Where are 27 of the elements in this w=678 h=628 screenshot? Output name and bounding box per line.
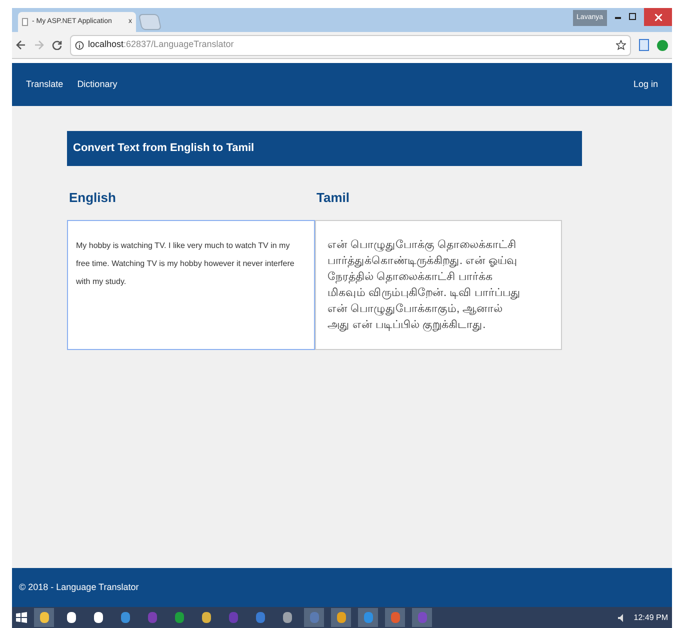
page-icon: [22, 18, 28, 26]
field-label: English: [69, 189, 117, 207]
url-text: localhost:62837/LanguageTranslator: [88, 38, 234, 52]
nav-link[interactable]: Dictionary: [77, 78, 118, 92]
new-tab-button[interactable]: [138, 14, 162, 30]
clock[interactable]: 12:49 PM: [634, 612, 668, 624]
field-label: Tamil: [316, 189, 350, 207]
forward-icon[interactable]: [34, 40, 44, 50]
login-link[interactable]: Log in: [633, 78, 658, 92]
extension-icon[interactable]: [639, 39, 649, 51]
close-window-button[interactable]: [644, 8, 672, 26]
text-area[interactable]: My hobby is watching TV. I like very much to watch TV in my free time. Watching TV is my hobby however it never interfere with my study.: [67, 220, 314, 350]
address-bar[interactable]: localhost:62837/LanguageTranslator: [70, 34, 631, 56]
reload-icon[interactable]: [52, 40, 62, 50]
text-area-value: என் பொழுதுபோக்கு தொலைக்காட்சி பார்த்துக்கொண்டிருக்கிறது. என் ஓய்வு நேரத்தில் தொலைக்காட்சி பார்க்க மிகவும் விரும்புகிறேன். டிவி பார்ப்பது என் பொழுதுபோக்காகும், ஆனால் அது என் படிப்பில் குறுக்கிடாது.: [326, 238, 522, 332]
star-icon[interactable]: [616, 40, 626, 50]
text-area-value: My hobby is watching TV. I like very much to watch TV in my free time. Watching TV is my hobby however it never interfere with my study.: [76, 240, 296, 288]
close-icon: [654, 14, 662, 20]
back-icon[interactable]: [16, 40, 26, 50]
nav-link[interactable]: Translate: [26, 78, 64, 92]
info-icon: [75, 40, 84, 50]
text-area[interactable]: என் பொழுதுபோக்கு தொலைக்காட்சி பார்த்துக்கொண்டிருக்கிறது. என் ஓய்வு நேரத்தில் தொலைக்காட்சி பார்க்க மிகவும் விரும்புகிறேன். டிவி பார்ப்பது என் பொழுதுபோக்காகும், ஆனால் அது என் படிப்பில் குறுக்கிடாது.: [314, 220, 562, 350]
windows-icon[interactable]: [16, 612, 27, 623]
footer: © 2018 - Language Translator: [12, 568, 672, 607]
restore-icon[interactable]: [629, 13, 636, 20]
panel-header: Convert Text from English to Tamil: [67, 131, 582, 166]
extension-icon[interactable]: [657, 40, 668, 50]
